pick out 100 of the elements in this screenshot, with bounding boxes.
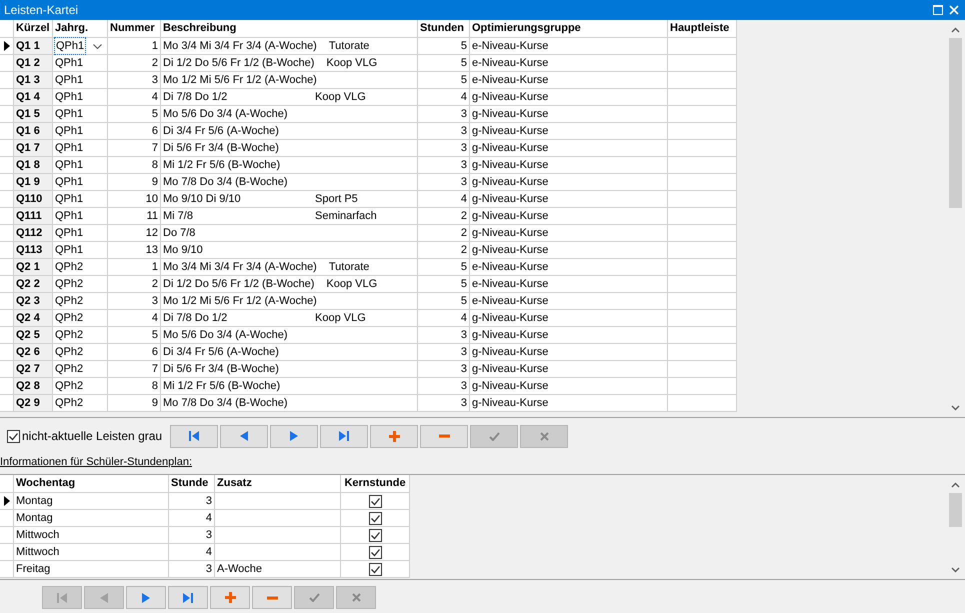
triangle-right-icon: [142, 592, 150, 602]
column-header[interactable]: Beschreibung: [161, 20, 418, 38]
row-header-cell: Q113: [14, 242, 53, 259]
navigator-button[interactable]: [252, 586, 292, 609]
column-header[interactable]: Wochentag: [14, 475, 169, 493]
scroll-up-icon[interactable]: [951, 482, 960, 488]
checkbox[interactable]: [368, 528, 382, 542]
chevron-down-icon[interactable]: [93, 44, 102, 48]
table-cell-text: Mo 3/4 Mi 3/4 Fr 3/4 (A-Woche): [163, 38, 317, 54]
table-cell: e-Niveau-Kurse: [470, 293, 668, 310]
column-header[interactable]: Zusatz: [215, 475, 341, 493]
navigator-button[interactable]: [270, 424, 318, 448]
navigator-button[interactable]: [210, 586, 250, 609]
checkbox[interactable]: [368, 494, 382, 508]
row-header-cell: Q2 9: [14, 395, 53, 412]
row-header-cell: Q2 7: [14, 361, 53, 378]
checkbox-label[interactable]: nicht-aktuelle Leisten grau: [22, 427, 162, 445]
table-cell: 3: [418, 123, 470, 140]
scroll-down-icon[interactable]: [951, 567, 960, 573]
scroll-thumb[interactable]: [949, 38, 962, 208]
column-header[interactable]: Stunden: [418, 20, 470, 38]
table-cell: [668, 242, 737, 259]
row-header-cell: Q2 4: [14, 310, 53, 327]
table-cell: 3: [418, 106, 470, 123]
table-cell: QPh2: [53, 276, 108, 293]
navigator-button[interactable]: [168, 586, 208, 609]
maximize-icon[interactable]: [933, 5, 943, 15]
table-cell-text: Koop VLG: [326, 56, 378, 71]
table-cell: QPh1: [53, 157, 108, 174]
table-cell: 4: [108, 89, 161, 106]
close-icon[interactable]: [949, 5, 959, 15]
table-cell-text: Mi 7/8: [163, 208, 194, 224]
table-cell-text: Seminarfach: [315, 208, 377, 224]
table-cell: e-Niveau-Kurse: [470, 38, 668, 55]
column-header[interactable]: Kernstunde: [341, 475, 410, 493]
table-cell-text: Mo 9/10 Di 9/10: [163, 192, 242, 207]
row-indicator[interactable]: [0, 493, 14, 510]
checkbox[interactable]: [7, 430, 20, 442]
table-cell: [668, 293, 737, 310]
table-cell-text: Di 7/8 Do 1/2: [163, 90, 228, 105]
checkbox[interactable]: [368, 546, 382, 558]
table-cell-text: Mo 5/6 Do 3/4 (A-Woche): [163, 328, 289, 343]
triangle-left-icon: [240, 431, 248, 441]
table-cell: [668, 225, 737, 242]
column-header[interactable]: Stunde: [169, 475, 215, 493]
scroll-down-icon[interactable]: [951, 405, 960, 411]
navigator-button[interactable]: [170, 424, 218, 448]
table-cell: QPh1: [53, 140, 108, 157]
table-cell: g-Niveau-Kurse: [470, 395, 668, 412]
checkbox[interactable]: [368, 562, 382, 576]
table-cell: 3: [418, 361, 470, 378]
table-cell: g-Niveau-Kurse: [470, 327, 668, 344]
navigator-button[interactable]: [420, 424, 468, 448]
table-cell-text: Tutorate: [328, 260, 370, 275]
row-header-cell: Q2 8: [14, 378, 53, 395]
table-cell: [668, 174, 737, 191]
table-cell: Mittwoch: [14, 544, 169, 561]
table-cell-text: Di 1/2 Do 5/6 Fr 1/2 (B-Woche): [163, 56, 314, 71]
row-pointer-icon: [4, 496, 10, 506]
table-cell: [668, 378, 737, 395]
table-cell: 3: [108, 293, 161, 310]
row-header-cell: Q1 5: [14, 106, 53, 123]
table-cell: e-Niveau-Kurse: [470, 276, 668, 293]
table-cell: e-Niveau-Kurse: [470, 72, 668, 89]
navigator-button[interactable]: [370, 424, 418, 448]
table-cell: QPh1: [53, 208, 108, 225]
column-header[interactable]: Optimierungsgruppe: [470, 20, 668, 38]
table-cell: g-Niveau-Kurse: [470, 310, 668, 327]
table-cell: QPh2: [53, 395, 108, 412]
table-cell: QPh2: [53, 310, 108, 327]
table-cell-text: Di 5/6 Fr 3/4 (B-Woche): [163, 362, 280, 377]
navigator-button[interactable]: [126, 586, 166, 609]
last-record-icon: [182, 592, 194, 602]
navigator-button[interactable]: [220, 424, 268, 448]
table-cell: 5: [418, 293, 470, 310]
table-cell: [668, 191, 737, 208]
table-cell: 5: [418, 55, 470, 72]
checkbox[interactable]: [368, 512, 382, 524]
table-cell: 3: [169, 493, 215, 510]
table-cell: 4: [169, 510, 215, 527]
window-title: Leisten-Kartei: [4, 2, 78, 19]
corner-cell: [0, 475, 14, 493]
table-cell-text: Mo 1/2 Mi 5/6 Fr 1/2 (A-Woche): [163, 72, 317, 88]
scroll-up-icon[interactable]: [951, 27, 960, 33]
table-cell: 13: [108, 242, 161, 259]
column-header[interactable]: Hauptleiste: [668, 20, 737, 38]
table-cell-text: Tutorate: [328, 38, 370, 54]
table-cell: 2: [418, 242, 470, 259]
table-cell: 9: [108, 395, 161, 412]
navigator-button[interactable]: [320, 424, 368, 448]
column-header[interactable]: Nummer: [108, 20, 161, 38]
scroll-thumb[interactable]: [949, 493, 962, 527]
table-cell: [668, 310, 737, 327]
table-cell: [668, 327, 737, 344]
table-cell-text: Mo 3/4 Mi 3/4 Fr 3/4 (A-Woche): [163, 260, 317, 275]
table-cell: [668, 259, 737, 276]
row-header-cell: Q2 2: [14, 276, 53, 293]
row-header-cell: Q1 6: [14, 123, 53, 140]
table-cell: g-Niveau-Kurse: [470, 208, 668, 225]
table-cell-text: Koop VLG: [315, 90, 366, 105]
